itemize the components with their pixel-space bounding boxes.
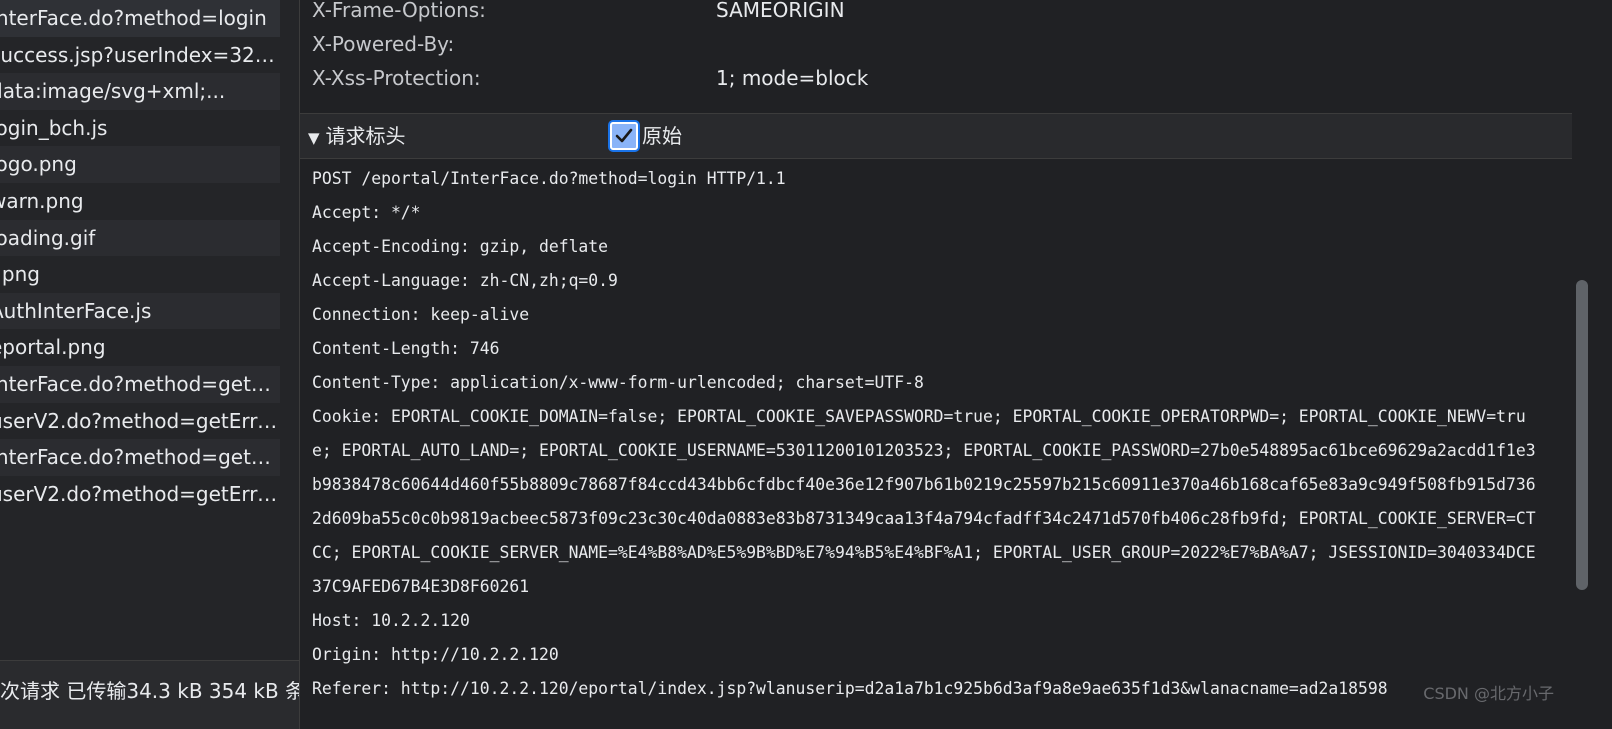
scrollbar[interactable] xyxy=(1572,0,1592,729)
watermark: CSDN @北方小子 xyxy=(1423,684,1554,703)
request-item[interactable]: login_bch.js xyxy=(0,109,280,147)
header-name: X-Frame-Options: xyxy=(312,0,486,22)
status-bar: 次请求 已传输34.3 kB 354 kB 条 xyxy=(0,660,299,729)
scrollbar-thumb[interactable] xyxy=(1576,280,1588,590)
raw-header-line: Referer: http://10.2.2.120/eportal/index… xyxy=(312,679,1388,698)
header-value: SAMEORIGIN xyxy=(716,0,845,22)
request-item[interactable]: eportal.png xyxy=(0,329,280,366)
request-item[interactable]: InterFace.do?method=getOnli... xyxy=(0,365,280,403)
triangle-down-icon: ▼ xyxy=(308,129,320,147)
raw-header-line: Origin: http://10.2.2.120 xyxy=(312,645,559,664)
raw-header-line: Accept-Language: zh-CN,zh;q=0.9 xyxy=(312,271,618,290)
raw-header-line: Content-Type: application/x-www-form-url… xyxy=(312,373,924,392)
request-item[interactable]: logo.png xyxy=(0,146,280,183)
transfer-summary: 次请求 已传输34.3 kB 354 kB 条 xyxy=(0,679,300,703)
raw-header-line: Content-Length: 746 xyxy=(312,339,500,358)
raw-header-line: Connection: keep-alive xyxy=(312,305,530,324)
request-item[interactable]: loading.gif xyxy=(0,219,280,257)
request-item[interactable]: warn.png xyxy=(0,182,280,220)
request-item[interactable]: InterFace.do?method=login xyxy=(0,0,280,37)
request-item[interactable]: l.png xyxy=(0,256,280,293)
raw-request-text: POST /eportal/InterFace.do?method=login … xyxy=(312,162,1542,706)
raw-header-line: Host: 10.2.2.120 xyxy=(312,611,470,630)
request-item[interactable]: InterFace.do?method=getOnli... xyxy=(0,439,280,476)
raw-label: 原始 xyxy=(642,124,682,148)
raw-header-line: Cookie: EPORTAL_COOKIE_DOMAIN=false; EPO… xyxy=(312,407,1536,596)
request-list: InterFace.do?method=login success.jsp?use… xyxy=(0,0,299,513)
request-item[interactable]: data:image/svg+xml;... xyxy=(0,73,280,110)
request-item[interactable]: AuthInterFace.js xyxy=(0,292,280,330)
header-name: X-Xss-Protection: xyxy=(312,66,481,90)
raw-header-line: Accept: */* xyxy=(312,203,421,222)
request-item[interactable]: userV2.do?method=getErrorM... xyxy=(0,475,280,513)
header-name: X-Powered-By: xyxy=(312,32,455,56)
section-title: 请求标头 xyxy=(325,124,406,148)
request-headers-toggle[interactable]: ▼ 请求标头 xyxy=(308,114,406,158)
request-list-pane: InterFace.do?method=login success.jsp?use… xyxy=(0,0,300,729)
request-item[interactable]: success.jsp?userIndex=323864... xyxy=(0,36,280,74)
raw-header-line: Accept-Encoding: gzip, deflate xyxy=(312,237,609,256)
checkbox-checked-icon xyxy=(610,121,638,150)
headers-panel: X-Frame-Options: SAMEORIGIN X-Powered-By: X… xyxy=(300,0,1592,729)
raw-header-line: POST /eportal/InterFace.do?method=login … xyxy=(312,169,786,188)
header-value: 1; mode=block xyxy=(716,66,869,90)
request-item[interactable]: userV2.do?method=getErrorM... xyxy=(0,402,280,440)
request-headers-section-header: ▼ 请求标头 原始 xyxy=(300,113,1592,159)
raw-checkbox[interactable]: 原始 xyxy=(610,121,682,150)
